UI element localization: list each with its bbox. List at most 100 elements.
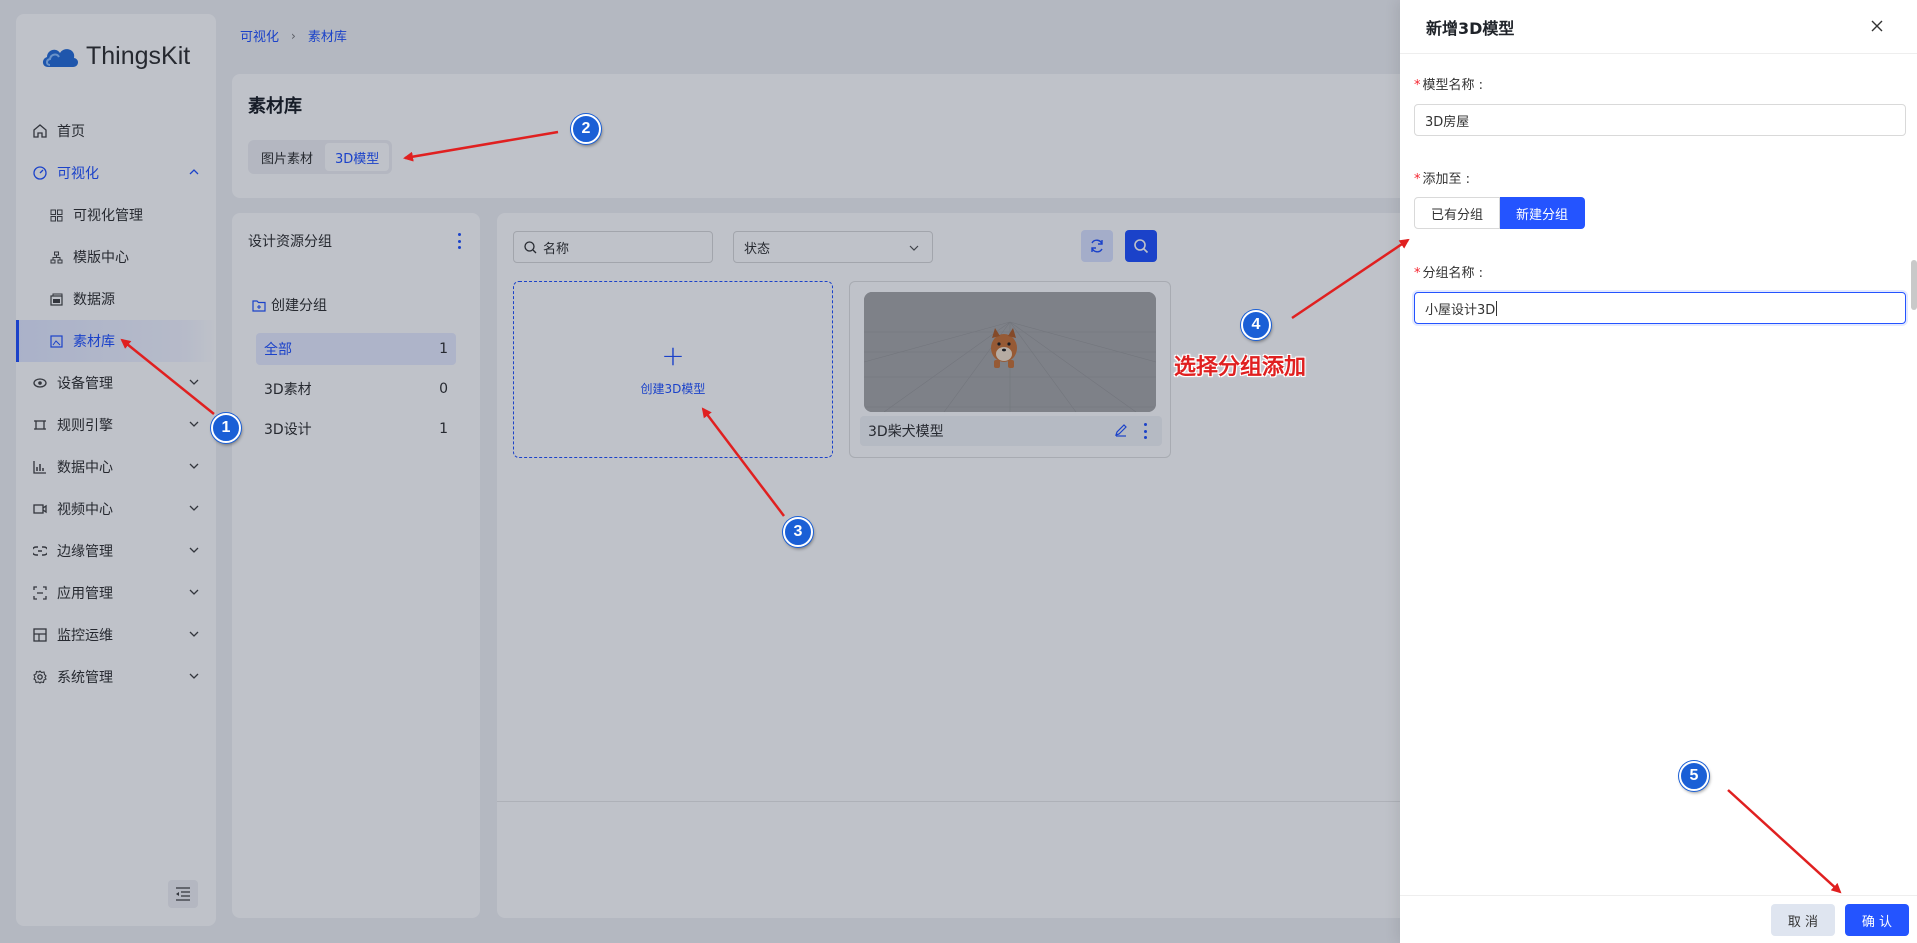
refresh-icon [1091,239,1103,253]
create-3d-model-label: 创建3D模型 [640,382,706,396]
nav-label: 首页 [57,124,85,140]
nav-item-system[interactable]: 系统管理 [16,656,216,698]
nav-item-template-center[interactable]: 模版中心 [16,236,216,278]
refresh-button[interactable] [1081,230,1113,262]
chevron-down-icon [189,505,199,511]
collapse-sidebar-button[interactable] [168,880,198,908]
page-header: 素材库 图片素材 3D模型 [232,74,1417,198]
group-item-name: 3D素材 [264,382,312,398]
breadcrumb-parent[interactable]: 可视化 [240,26,279,45]
more-icon[interactable] [1144,423,1148,439]
status-select[interactable]: 状态 [733,231,933,263]
model-card-footer: 3D柴犬模型 [860,416,1162,446]
chevron-up-icon [189,169,199,175]
scan-icon [32,585,48,601]
nav-label: 边缘管理 [57,544,113,560]
logo-text: ThingsKit [86,42,191,70]
search-button[interactable] [1125,230,1157,262]
group-item-3d-material[interactable]: 3D素材 0 [256,373,456,405]
breadcrumb-separator-icon: › [291,28,296,43]
nav-item-edge[interactable]: 边缘管理 [16,530,216,572]
nav-label: 数据源 [73,292,115,308]
bar-chart-icon [32,459,48,475]
nav-label: 规则引擎 [57,418,113,434]
search-input[interactable]: 名称 [513,231,713,263]
group-item-name: 全部 [264,342,292,358]
nav-item-rule[interactable]: 规则引擎 [16,404,216,446]
logo[interactable]: ThingsKit [40,42,190,71]
link-icon [32,543,48,559]
nav-label: 视频中心 [57,502,113,518]
model-name-value: 3D房屋 [1425,114,1470,130]
annotation-badge-2: 2 [571,114,601,144]
home-icon [32,123,48,139]
chevron-down-icon [189,631,199,637]
content-panel: 名称 状态 + 创建3D模型 3D柴犬模型 [497,213,1417,918]
search-placeholder: 名称 [543,241,570,257]
nav-label: 可视化管理 [73,208,143,224]
tab-3d-model[interactable]: 3D模型 [325,143,390,171]
create-3d-model-card[interactable]: + 创建3D模型 [513,281,833,458]
group-item-count: 0 [439,381,448,397]
drawer-title: 新增3D模型 [1426,18,1515,38]
nav-item-visual-mgmt[interactable]: 可视化管理 [16,194,216,236]
annotation-badge-3: 3 [783,517,813,547]
nav-item-visual[interactable]: 可视化 [16,152,216,194]
drawer-scrollbar[interactable] [1911,260,1917,310]
add-to-label: * 添加至 : [1414,172,1471,187]
group-item-count: 1 [439,421,448,437]
search-icon [1134,239,1149,254]
group-panel: 设计资源分组 创建分组 全部 1 3D素材 0 3D设计 1 [232,213,480,918]
menu-fold-icon [176,887,190,901]
model-card[interactable]: 3D柴犬模型 [849,281,1171,458]
nav-item-device[interactable]: 设备管理 [16,362,216,404]
nav-label: 应用管理 [57,586,113,602]
group-name-input[interactable]: 小屋设计3D [1414,292,1906,324]
radio-new-group[interactable]: 新建分组 [1500,197,1586,229]
edit-icon[interactable] [1114,423,1128,437]
close-icon[interactable] [1869,18,1885,34]
nav-item-home[interactable]: 首页 [16,110,216,152]
model-name: 3D柴犬模型 [868,424,944,440]
model-name-label: * 模型名称 : [1414,78,1484,93]
search-icon [524,240,537,253]
folder-add-icon [252,299,266,312]
drawer-footer: 取 消 确 认 [1400,895,1917,943]
model-thumbnail [864,292,1156,412]
chevron-down-icon [189,673,199,679]
hierarchy-icon [48,249,64,265]
shiba-dog-icon [991,328,1017,368]
group-item-count: 1 [439,341,448,357]
nav-item-video[interactable]: 视频中心 [16,488,216,530]
add-3d-model-drawer: 新增3D模型 * 模型名称 : 3D房屋 * 添加至 : 已有分组 新建分组 * 分组… [1400,0,1917,943]
chevron-down-icon [189,547,199,553]
confirm-button[interactable]: 确 认 [1845,904,1909,936]
tab-image-material[interactable]: 图片素材 [251,143,323,171]
sidebar: ThingsKit 首页 可视化 可视化管理 模版中心 数据源 素材库 设备管理… [16,14,216,926]
group-item-all[interactable]: 全部 1 [256,333,456,365]
create-group-label: 创建分组 [271,298,327,314]
nav-item-material[interactable]: 素材库 [16,320,216,362]
nav-item-app[interactable]: 应用管理 [16,572,216,614]
gear-icon [32,669,48,685]
grid-icon [48,207,64,223]
group-item-3d-design[interactable]: 3D设计 1 [256,413,456,445]
nav-label: 可视化 [57,166,99,182]
picture-icon [48,333,64,349]
plus-icon: + [661,339,685,372]
annotation-badge-5: 5 [1679,761,1709,791]
nav-item-data-center[interactable]: 数据中心 [16,446,216,488]
nav-item-monitor[interactable]: 监控运维 [16,614,216,656]
radio-existing-group[interactable]: 已有分组 [1414,197,1501,229]
nav-label: 数据中心 [57,460,113,476]
annotation-note: 选择分组添加 [1174,355,1307,380]
more-icon[interactable] [456,233,462,249]
nav-item-datasource[interactable]: 数据源 [16,278,216,320]
cancel-button[interactable]: 取 消 [1771,904,1835,936]
nav-label: 素材库 [73,334,115,350]
chevron-down-icon [189,463,199,469]
device-icon [32,375,48,391]
create-group-button[interactable]: 创建分组 [252,295,327,315]
model-name-input[interactable]: 3D房屋 [1414,104,1906,136]
status-placeholder: 状态 [744,241,771,257]
